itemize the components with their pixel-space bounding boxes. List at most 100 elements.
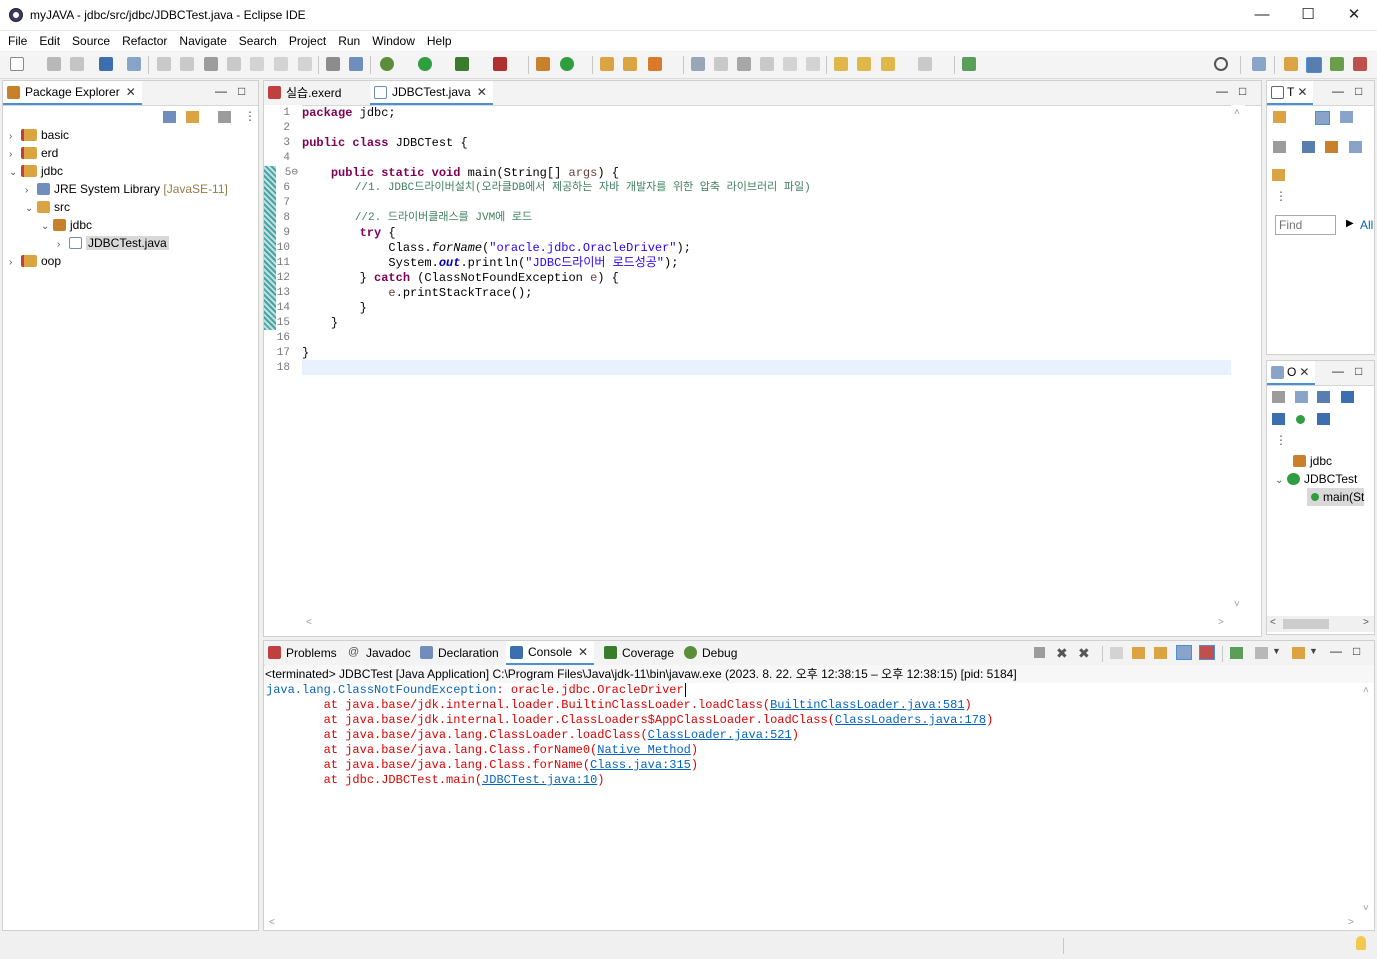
git-perspective-icon[interactable] <box>1353 57 1367 71</box>
tree-item-oop[interactable]: › oop <box>9 252 61 270</box>
step-into-icon[interactable] <box>250 57 264 71</box>
hide-fields-icon[interactable] <box>1341 391 1354 403</box>
scroll-down-arrow[interactable]: ˅ <box>1234 599 1240 610</box>
toggle-annotation-icon[interactable] <box>691 57 705 71</box>
view-menu-icon[interactable]: ⋮ <box>1275 189 1287 203</box>
menu-refactor[interactable]: Refactor <box>116 31 173 51</box>
console-exception-line[interactable]: java.lang.ClassNotFoundException: oracle… <box>266 683 686 698</box>
remove-all-terminated-icon[interactable]: ✖ <box>1078 645 1090 662</box>
scroll-down-arrow[interactable]: ˅ <box>1363 903 1369 914</box>
close-window-button[interactable]: ✕ <box>1331 0 1377 30</box>
word-wrap-icon[interactable] <box>783 57 797 71</box>
menu-window[interactable]: Window <box>366 31 421 51</box>
scroll-left-arrow[interactable]: < <box>306 617 312 628</box>
save-all-icon[interactable] <box>70 57 84 71</box>
maximize-panel-button[interactable]: □ <box>1353 644 1360 658</box>
forward-icon[interactable] <box>918 57 932 71</box>
run-icon[interactable] <box>418 57 432 71</box>
outline-item-package[interactable]: jdbc <box>1293 452 1332 470</box>
back-icon[interactable] <box>881 57 895 71</box>
debug-icon[interactable] <box>380 57 394 71</box>
menu-source[interactable]: Source <box>66 31 116 51</box>
tab-javadoc[interactable]: @ Javadoc <box>344 641 417 665</box>
menu-run[interactable]: Run <box>332 31 366 51</box>
categorized-icon[interactable] <box>1315 111 1330 125</box>
disconnect-icon[interactable] <box>227 57 241 71</box>
all-link[interactable]: All <box>1360 218 1373 232</box>
tree-item-jdbctest-java[interactable]: › JDBCTest.java <box>57 234 169 252</box>
code-line-1[interactable]: package jdbc; <box>302 106 396 121</box>
java-ee-perspective-icon[interactable] <box>1284 57 1298 71</box>
step-over-icon[interactable] <box>274 57 288 71</box>
outline-item-method[interactable]: main(St <box>1307 488 1365 506</box>
code-line-12[interactable]: } catch (ClassNotFoundException e) { <box>302 271 619 286</box>
code-line-9[interactable]: try { <box>302 226 396 241</box>
focus-icon[interactable] <box>1272 391 1285 403</box>
hide-static-icon[interactable] <box>1272 413 1285 425</box>
editor-horizontal-scrollbar[interactable] <box>302 616 1231 630</box>
code-line-6[interactable]: //1. JDBC드라이버설치(오라클DB에서 제공하는 자바 개발자를 위한 … <box>302 181 811 196</box>
minimize-panel-button[interactable]: — <box>215 84 227 98</box>
word-wrap-icon[interactable] <box>1154 647 1167 659</box>
save-icon[interactable] <box>47 57 61 71</box>
line-number[interactable]: 5⊖ <box>278 166 298 181</box>
coverage-icon[interactable] <box>455 57 469 71</box>
tree-item-jdbc-package[interactable]: ⌄ jdbc <box>41 216 92 234</box>
maximize-window-button[interactable]: ☐ <box>1285 0 1331 30</box>
chevron-down-icon[interactable]: ▼ <box>1309 646 1318 656</box>
pin-console-icon[interactable] <box>1230 647 1243 659</box>
menu-help[interactable]: Help <box>421 31 458 51</box>
search-icon[interactable] <box>1214 57 1228 71</box>
prev-annotation-icon[interactable] <box>834 57 848 71</box>
console-horizontal-scrollbar[interactable] <box>264 916 1360 930</box>
java-perspective-icon[interactable] <box>1306 57 1322 73</box>
chevron-down-icon[interactable]: ⌄ <box>1275 472 1287 490</box>
menu-edit[interactable]: Edit <box>33 31 66 51</box>
console-stack-line[interactable]: at java.base/java.lang.Class.forName(Cla… <box>266 758 698 773</box>
step-return-icon[interactable] <box>298 57 312 71</box>
open-task-icon[interactable] <box>623 57 637 71</box>
maximize-panel-button[interactable]: □ <box>1355 84 1362 98</box>
tree-item-erd[interactable]: › erd <box>9 144 58 162</box>
menu-navigate[interactable]: Navigate <box>173 31 232 51</box>
tab-outline[interactable]: O ✕ <box>1267 361 1316 385</box>
minimize-window-button[interactable]: — <box>1239 0 1285 30</box>
focus-icon[interactable] <box>1273 141 1286 153</box>
close-icon[interactable]: ✕ <box>578 645 588 659</box>
scroll-right-arrow[interactable]: > <box>1363 617 1369 628</box>
scroll-up-arrow[interactable]: ˄ <box>1234 107 1240 118</box>
tab-task-list[interactable]: T ✕ <box>1267 81 1314 105</box>
scroll-up-arrow[interactable]: ˄ <box>1363 685 1369 696</box>
code-line-11[interactable]: System.out.println("JDBC드라이버 로드성공"); <box>302 256 678 271</box>
close-icon[interactable]: ✕ <box>477 85 487 99</box>
link-with-editor-icon[interactable] <box>186 111 199 123</box>
pin-editor-icon[interactable] <box>962 57 976 71</box>
show-on-stderr-icon[interactable] <box>1199 645 1215 660</box>
code-line-15[interactable]: } <box>302 316 338 331</box>
clear-console-icon[interactable] <box>1110 647 1123 659</box>
collapse-all-icon[interactable] <box>1349 141 1362 153</box>
tab-declaration[interactable]: Declaration <box>416 641 505 665</box>
tab-exerd[interactable]: 실습.exerd <box>264 81 347 105</box>
outline-item-class[interactable]: ⌄ JDBCTest <box>1275 470 1357 488</box>
minimize-panel-button[interactable]: — <box>1330 644 1342 658</box>
console-stack-line[interactable]: at jdbc.JDBCTest.main(JDBCTest.java:10) <box>266 773 605 788</box>
tree-item-jdbc-project[interactable]: ⌄ jdbc <box>9 162 63 180</box>
console-stack-line[interactable]: at java.base/java.lang.Class.forName0(Na… <box>266 743 698 758</box>
filters-icon[interactable] <box>218 111 231 123</box>
view-menu-icon[interactable]: ⋮ <box>244 109 256 123</box>
synchronize-icon[interactable] <box>1325 141 1338 153</box>
terminate-icon[interactable] <box>1034 647 1045 658</box>
open-perspective-icon[interactable] <box>1252 57 1266 71</box>
close-icon[interactable]: ✕ <box>1297 85 1307 99</box>
toggle-breadcrumb-icon[interactable] <box>737 57 751 71</box>
maximize-editor-button[interactable]: □ <box>1239 84 1246 98</box>
task-repository-icon[interactable] <box>1272 169 1285 181</box>
terminate-icon[interactable] <box>204 57 218 71</box>
open-console-icon[interactable] <box>1292 647 1305 659</box>
external-tools-icon[interactable] <box>493 57 507 71</box>
tree-item-jre-library[interactable]: › JRE System Library [JavaSE-11] <box>25 180 228 198</box>
tab-debug[interactable]: Debug <box>680 641 743 665</box>
new-java-package-icon[interactable] <box>536 57 550 71</box>
console-stack-line[interactable]: at java.base/java.lang.ClassLoader.loadC… <box>266 728 799 743</box>
